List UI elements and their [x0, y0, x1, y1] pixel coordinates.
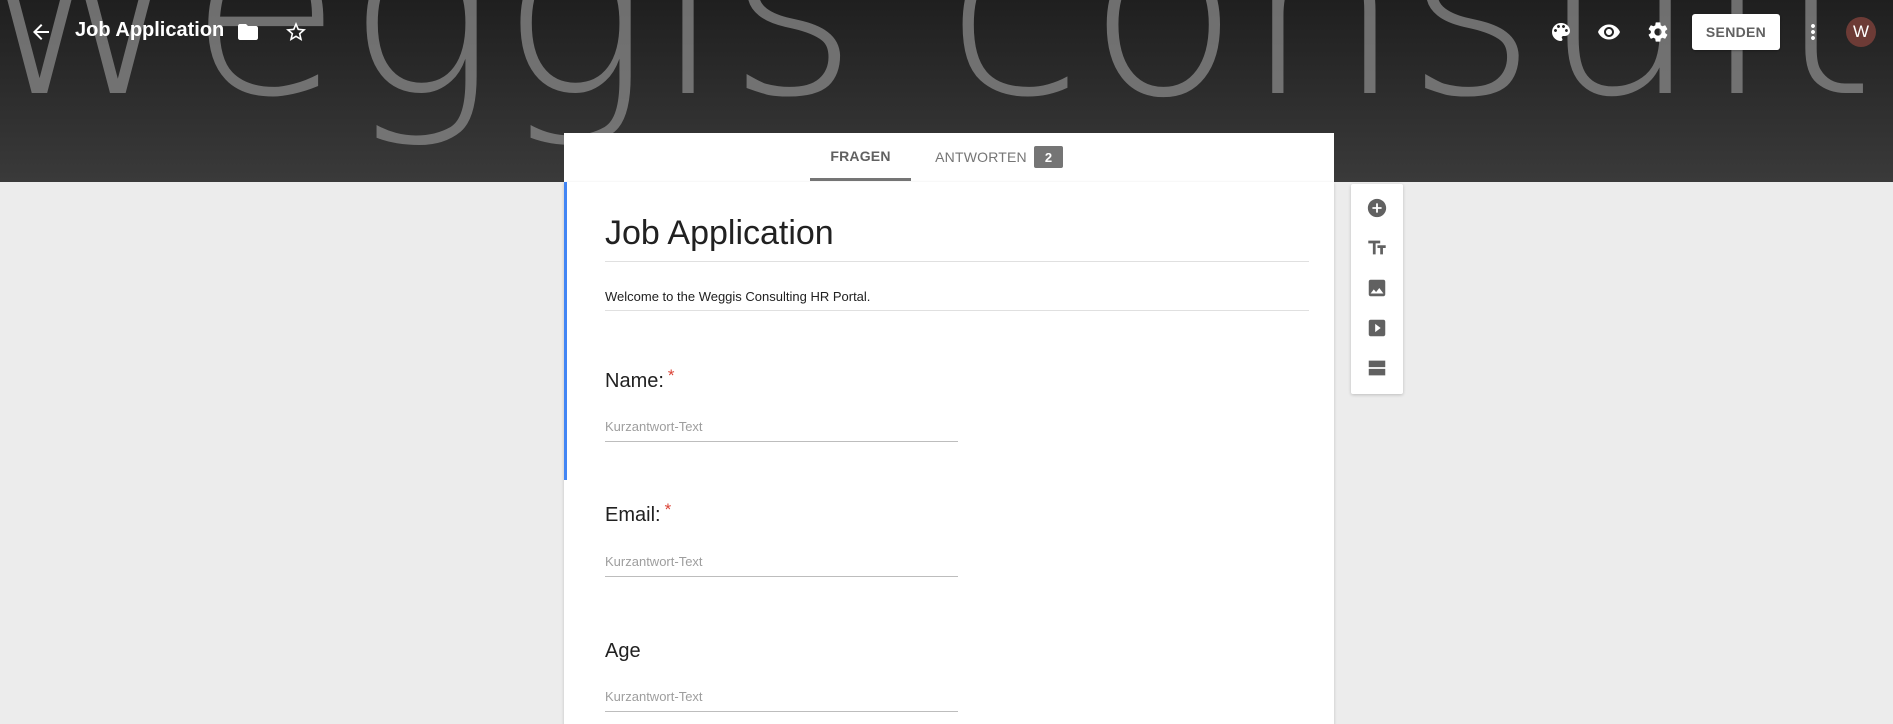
- add-video-button[interactable]: [1363, 314, 1391, 342]
- avatar[interactable]: W: [1846, 17, 1876, 47]
- eye-icon: [1598, 24, 1620, 40]
- text-fields-icon: [1368, 240, 1386, 255]
- responses-count-badge: 2: [1034, 146, 1063, 168]
- form-title[interactable]: Job Application: [605, 214, 1309, 262]
- question-title[interactable]: Email: *: [605, 500, 671, 527]
- editor-tabs: FRAGEN ANTWORTEN 2: [564, 133, 1334, 183]
- image-icon: [1368, 279, 1386, 297]
- top-bar: Job Application SENDEN W: [0, 0, 1893, 64]
- video-icon: [1368, 319, 1386, 337]
- arrow-back-icon: [33, 24, 49, 40]
- palette-icon: [1552, 23, 1570, 41]
- question-title[interactable]: Age: [605, 640, 641, 663]
- document-title[interactable]: Job Application: [75, 19, 224, 42]
- question-title[interactable]: Name: *: [605, 366, 675, 393]
- back-button[interactable]: [21, 12, 61, 52]
- settings-button[interactable]: [1638, 12, 1678, 52]
- required-asterisk: *: [667, 366, 675, 385]
- folder-icon: [238, 24, 258, 40]
- add-image-button[interactable]: [1363, 274, 1391, 302]
- move-to-folder-button[interactable]: [228, 12, 268, 52]
- question-label: Email:: [605, 504, 661, 526]
- form-description[interactable]: Welcome to the Weggis Consulting HR Port…: [605, 289, 1309, 311]
- star-outline-icon: [286, 22, 306, 41]
- form-card: Job Application Welcome to the Weggis Co…: [564, 182, 1334, 724]
- preview-button[interactable]: [1589, 12, 1629, 52]
- add-question-button[interactable]: [1363, 194, 1391, 222]
- customize-theme-button[interactable]: [1541, 12, 1581, 52]
- gear-icon: [1648, 22, 1668, 42]
- question-toolbar: [1351, 184, 1403, 394]
- short-answer-field: Kurzantwort-Text: [605, 689, 958, 712]
- tab-questions[interactable]: FRAGEN: [810, 133, 911, 181]
- tab-responses[interactable]: ANTWORTEN: [931, 133, 1031, 181]
- add-section-button[interactable]: [1363, 354, 1391, 382]
- short-answer-field: Kurzantwort-Text: [605, 554, 958, 577]
- required-asterisk: *: [664, 500, 672, 519]
- question-label: Age: [605, 640, 641, 662]
- star-button[interactable]: [276, 12, 316, 52]
- short-answer-field: Kurzantwort-Text: [605, 419, 958, 442]
- short-answer-placeholder: Kurzantwort-Text: [605, 554, 703, 569]
- add-title-button[interactable]: [1363, 234, 1391, 262]
- send-button[interactable]: SENDEN: [1692, 14, 1780, 50]
- more-vert-icon: [1811, 24, 1815, 40]
- short-answer-placeholder: Kurzantwort-Text: [605, 419, 703, 434]
- forms-editor: weggis consulting Job Application SENDEN…: [0, 0, 1893, 724]
- question-label: Name:: [605, 370, 664, 392]
- more-options-button[interactable]: [1793, 12, 1833, 52]
- section-icon: [1368, 360, 1386, 376]
- short-answer-placeholder: Kurzantwort-Text: [605, 689, 703, 704]
- selected-section-indicator: [564, 182, 567, 480]
- add-circle-icon: [1367, 198, 1387, 218]
